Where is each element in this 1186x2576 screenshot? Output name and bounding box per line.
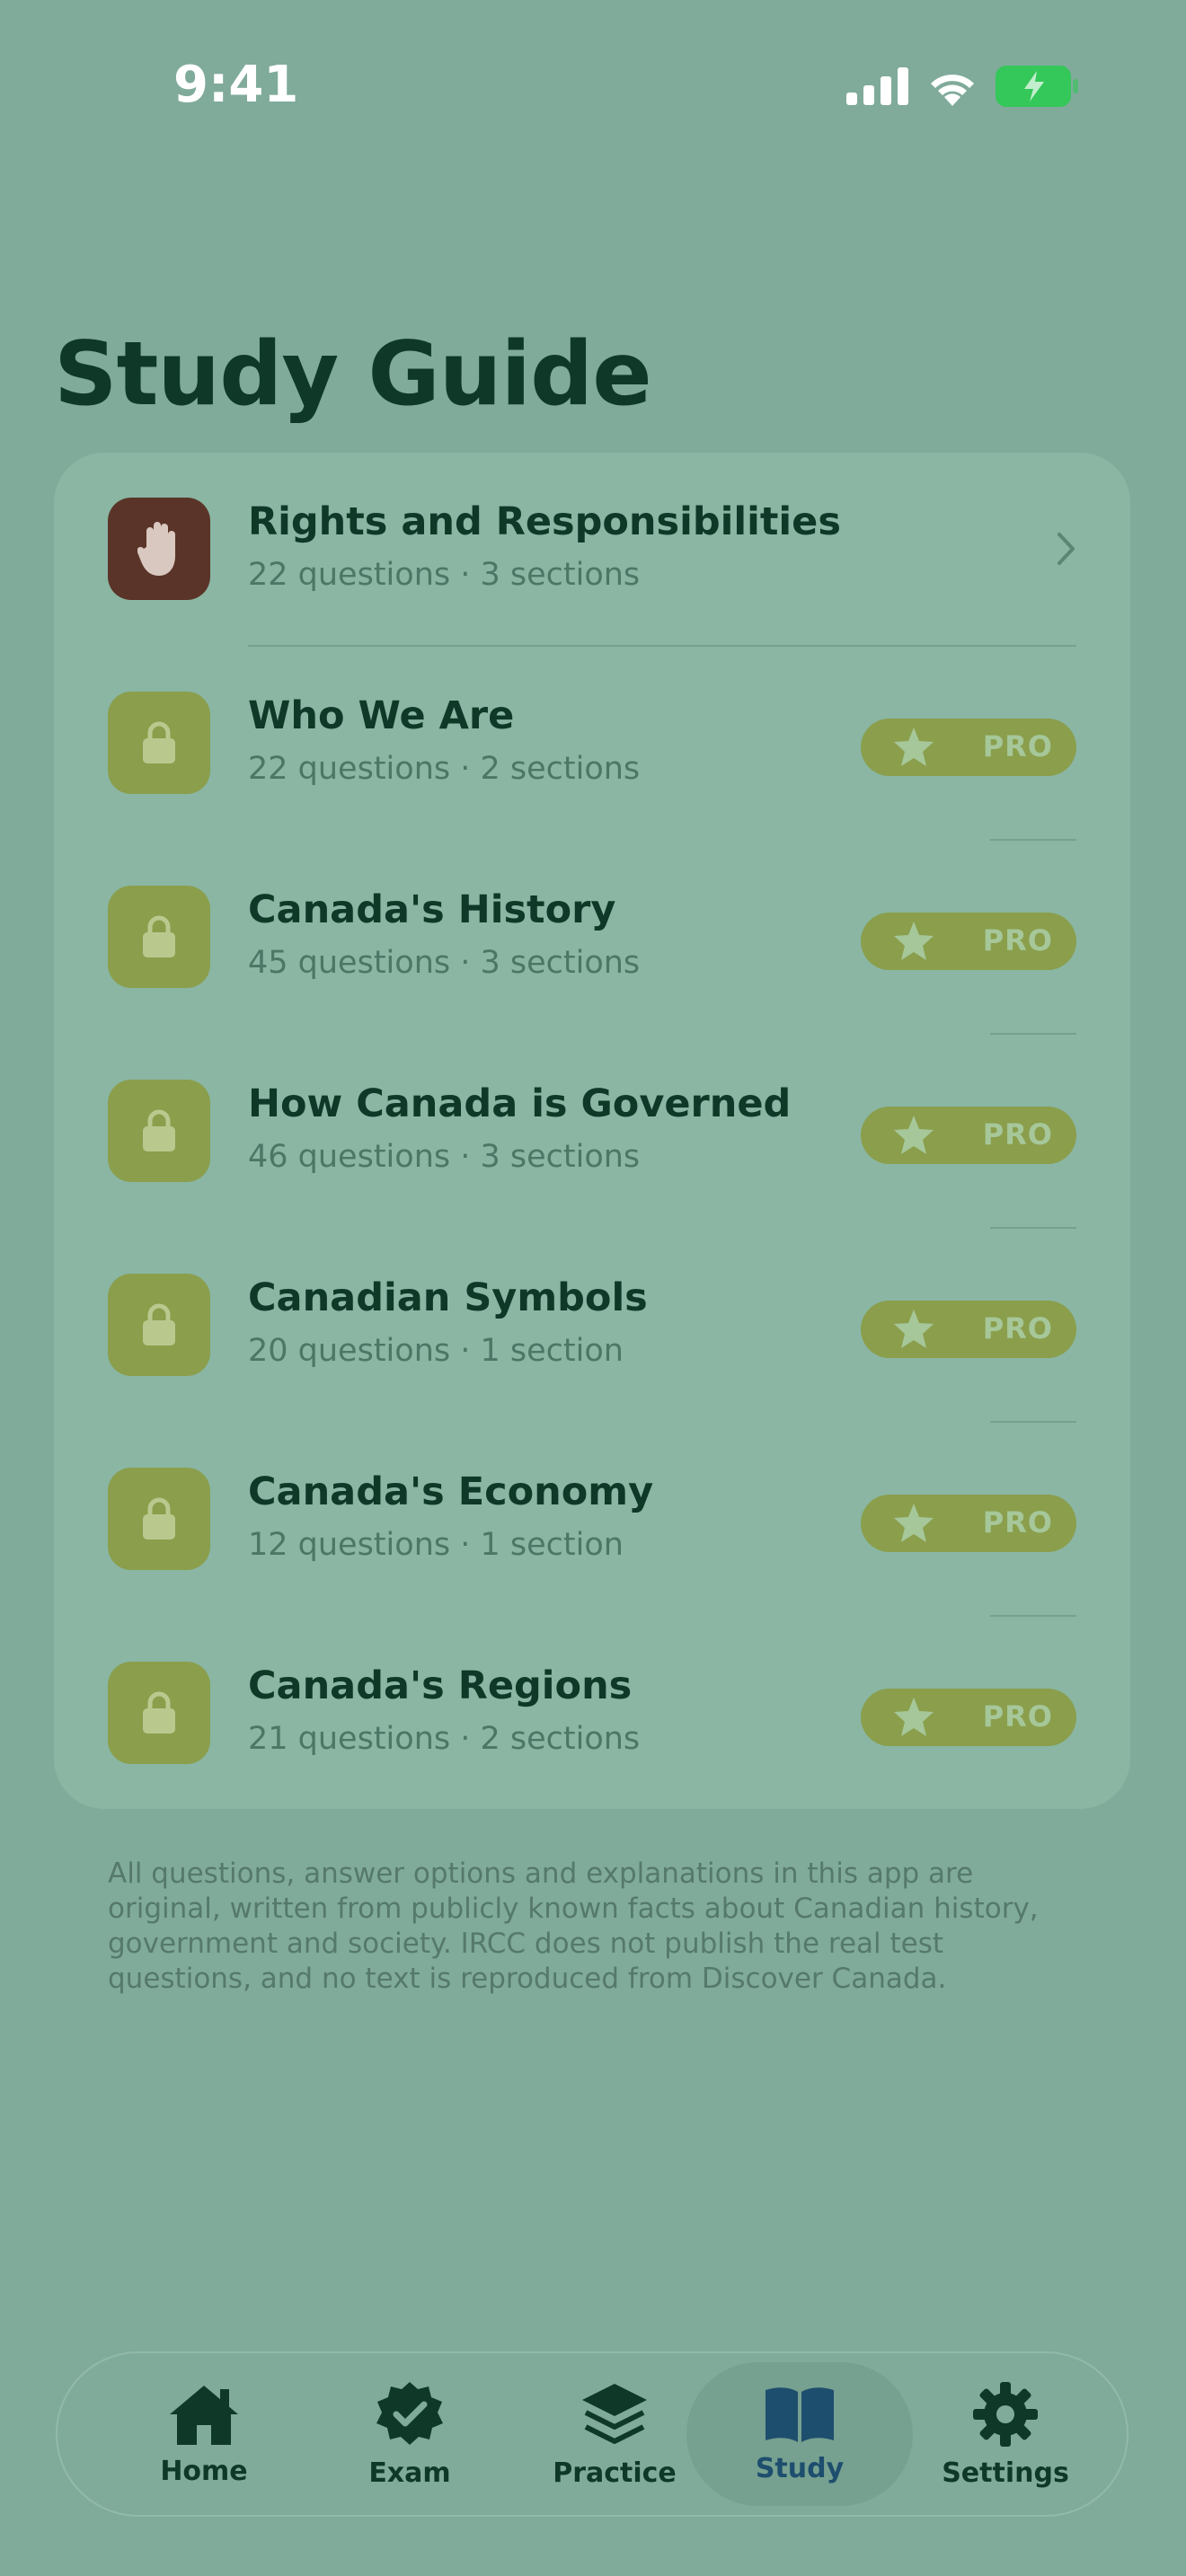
star-icon xyxy=(894,1698,934,1736)
topic-icon-box xyxy=(108,1274,210,1376)
topic-icon-box xyxy=(108,692,210,794)
disclaimer-text: All questions, answer options and explan… xyxy=(108,1857,1039,1995)
pro-label: PRO xyxy=(982,1505,1053,1539)
topics-card: Rights and Responsibilities 22 questions… xyxy=(54,453,1130,1809)
topic-subtitle: 12 questions · 1 section xyxy=(248,1527,624,1563)
wifi-icon xyxy=(931,75,974,106)
star-icon xyxy=(894,1504,934,1542)
tab-home[interactable]: Home xyxy=(101,2353,307,2515)
pro-badge[interactable]: PRO xyxy=(861,1495,1076,1552)
topic-row-history[interactable]: Canada's History 45 questions · 3 sectio… xyxy=(54,841,1130,1035)
checkmark-seal-icon xyxy=(376,2381,443,2445)
lock-icon xyxy=(143,721,175,763)
topic-title: Rights and Responsibilities xyxy=(248,499,841,544)
topic-title: Who We Are xyxy=(248,693,515,738)
topic-title: How Canada is Governed xyxy=(248,1081,792,1126)
topic-icon-box xyxy=(108,1468,210,1570)
tab-label: Study xyxy=(755,2452,845,2484)
lock-icon xyxy=(143,1691,175,1734)
topic-row-economy[interactable]: Canada's Economy 12 questions · 1 sectio… xyxy=(54,1423,1130,1617)
topic-title: Canada's History xyxy=(248,887,616,932)
topic-icon-box xyxy=(108,1662,210,1764)
cellular-signal-icon xyxy=(846,67,908,105)
pro-label: PRO xyxy=(982,923,1053,957)
pro-badge[interactable]: PRO xyxy=(861,1107,1076,1164)
topic-icon-box xyxy=(108,886,210,988)
topic-subtitle: 20 questions · 1 section xyxy=(248,1333,624,1369)
page-title: Study Guide xyxy=(54,323,652,426)
stack-icon xyxy=(582,2383,647,2444)
lock-icon xyxy=(143,915,175,957)
house-icon xyxy=(170,2385,238,2445)
topic-icon-box xyxy=(108,1080,210,1182)
pro-label: PRO xyxy=(982,1311,1053,1345)
star-icon xyxy=(894,728,934,766)
topic-subtitle: 22 questions · 2 sections xyxy=(248,751,641,787)
topic-subtitle: 21 questions · 2 sections xyxy=(248,1721,641,1757)
chevron-right-icon xyxy=(1058,533,1075,565)
topic-icon-box xyxy=(108,498,210,600)
tab-exam[interactable]: Exam xyxy=(306,2353,513,2515)
pro-badge[interactable]: PRO xyxy=(861,719,1076,776)
topic-row-who-we-are[interactable]: Who We Are 22 questions · 2 sections PRO xyxy=(54,647,1130,841)
topic-subtitle: 22 questions · 3 sections xyxy=(248,557,641,593)
topic-row-symbols[interactable]: Canadian Symbols 20 questions · 1 sectio… xyxy=(54,1229,1130,1423)
topic-row-governed[interactable]: How Canada is Governed 46 questions · 3 … xyxy=(54,1035,1130,1229)
tab-settings[interactable]: Settings xyxy=(902,2353,1109,2515)
gear-icon xyxy=(973,2381,1038,2447)
status-icons xyxy=(846,63,1078,110)
tab-label: Home xyxy=(160,2455,248,2487)
lock-icon xyxy=(143,1497,175,1539)
tab-label: Exam xyxy=(368,2457,451,2489)
status-time: 9:41 xyxy=(173,56,299,114)
topic-title: Canadian Symbols xyxy=(248,1275,648,1320)
pro-badge[interactable]: PRO xyxy=(861,1301,1076,1358)
book-icon xyxy=(766,2386,834,2442)
hand-icon xyxy=(137,522,175,576)
pro-label: PRO xyxy=(982,1117,1053,1151)
pro-badge[interactable]: PRO xyxy=(861,913,1076,970)
topic-subtitle: 45 questions · 3 sections xyxy=(248,945,641,981)
pro-badge[interactable]: PRO xyxy=(861,1689,1076,1746)
status-bar: 9:41 xyxy=(0,0,1186,171)
star-icon xyxy=(894,922,934,960)
topic-title: Canada's Economy xyxy=(248,1469,654,1514)
tab-label: Practice xyxy=(553,2457,677,2489)
pro-label: PRO xyxy=(982,729,1053,763)
topic-subtitle: 46 questions · 3 sections xyxy=(248,1139,641,1175)
star-icon xyxy=(894,1310,934,1348)
tab-bar: Home Exam Practice Study Settings xyxy=(56,2351,1128,2517)
topic-row-regions[interactable]: Canada's Regions 21 questions · 2 sectio… xyxy=(54,1617,1130,1811)
lock-icon xyxy=(143,1109,175,1151)
topic-row-rights[interactable]: Rights and Responsibilities 22 questions… xyxy=(54,453,1130,647)
pro-label: PRO xyxy=(982,1699,1053,1734)
topic-title: Canada's Regions xyxy=(248,1663,633,1708)
tab-study[interactable]: Study xyxy=(686,2362,913,2506)
lock-icon xyxy=(143,1303,175,1345)
tab-label: Settings xyxy=(942,2457,1069,2489)
star-icon xyxy=(894,1116,934,1154)
battery-charging-icon xyxy=(996,66,1078,107)
